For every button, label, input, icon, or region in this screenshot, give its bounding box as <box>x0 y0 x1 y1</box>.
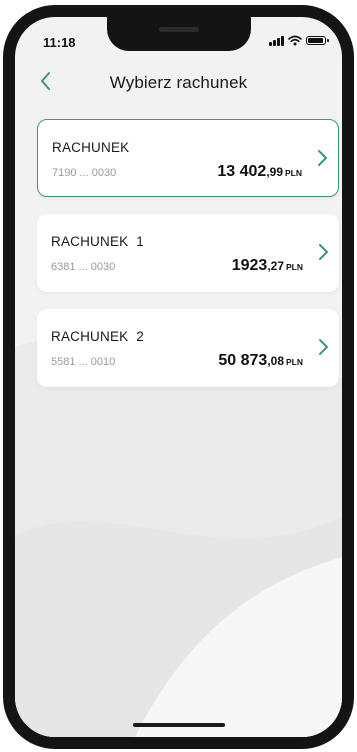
account-card-rachunek[interactable]: RACHUNEK 7190 ... 0030 13 402,99 PLN <box>37 119 339 197</box>
battery-icon <box>306 36 329 45</box>
volume-down-button <box>3 209 9 257</box>
account-number: 5581 ... 0010 <box>51 356 116 368</box>
balance-currency: PLN <box>286 262 303 272</box>
balance-currency: PLN <box>286 357 303 367</box>
account-number: 7190 ... 0030 <box>52 167 117 179</box>
speaker <box>159 27 199 32</box>
account-name: RACHUNEK 1 <box>51 234 144 249</box>
account-card-rachunek-2[interactable]: RACHUNEK 2 5581 ... 0010 50 873,08 PLN <box>37 309 339 387</box>
mute-switch <box>3 93 9 115</box>
status-time: 11:18 <box>43 35 76 50</box>
balance-decimal: ,08 <box>267 354 284 368</box>
account-card-rachunek-1[interactable]: RACHUNEK 1 6381 ... 0030 1923,27 PLN <box>37 214 339 292</box>
volume-up-button <box>3 147 9 195</box>
header: Wybierz rachunek <box>15 67 342 97</box>
chevron-right-icon <box>319 244 328 260</box>
balance-decimal: ,99 <box>266 165 283 179</box>
phone-frame: 11:18 Wybierz rachunek RACHUNEK 7190 ...… <box>3 5 354 749</box>
home-indicator[interactable] <box>133 723 225 727</box>
balance-currency: PLN <box>285 168 302 178</box>
account-balance: 1923,27 PLN <box>232 257 303 275</box>
account-balance: 50 873,08 PLN <box>218 352 303 370</box>
balance-integer: 1923 <box>231 257 268 274</box>
account-name: RACHUNEK <box>52 140 130 155</box>
account-number: 6381 ... 0030 <box>51 261 116 273</box>
wifi-icon <box>288 35 302 46</box>
account-name: RACHUNEK 2 <box>51 329 144 344</box>
chevron-right-icon <box>319 339 328 355</box>
balance-integer: 50 873 <box>218 352 268 369</box>
status-icons <box>269 35 329 46</box>
notch <box>107 17 251 51</box>
balance-decimal: ,27 <box>267 259 284 273</box>
balance-integer: 13 402 <box>217 163 267 180</box>
app-screen: 11:18 Wybierz rachunek RACHUNEK 7190 ...… <box>15 17 342 737</box>
signal-icon <box>269 35 284 46</box>
account-balance: 13 402,99 PLN <box>217 163 302 181</box>
page-title: Wybierz rachunek <box>109 73 248 92</box>
chevron-right-icon <box>318 150 327 166</box>
